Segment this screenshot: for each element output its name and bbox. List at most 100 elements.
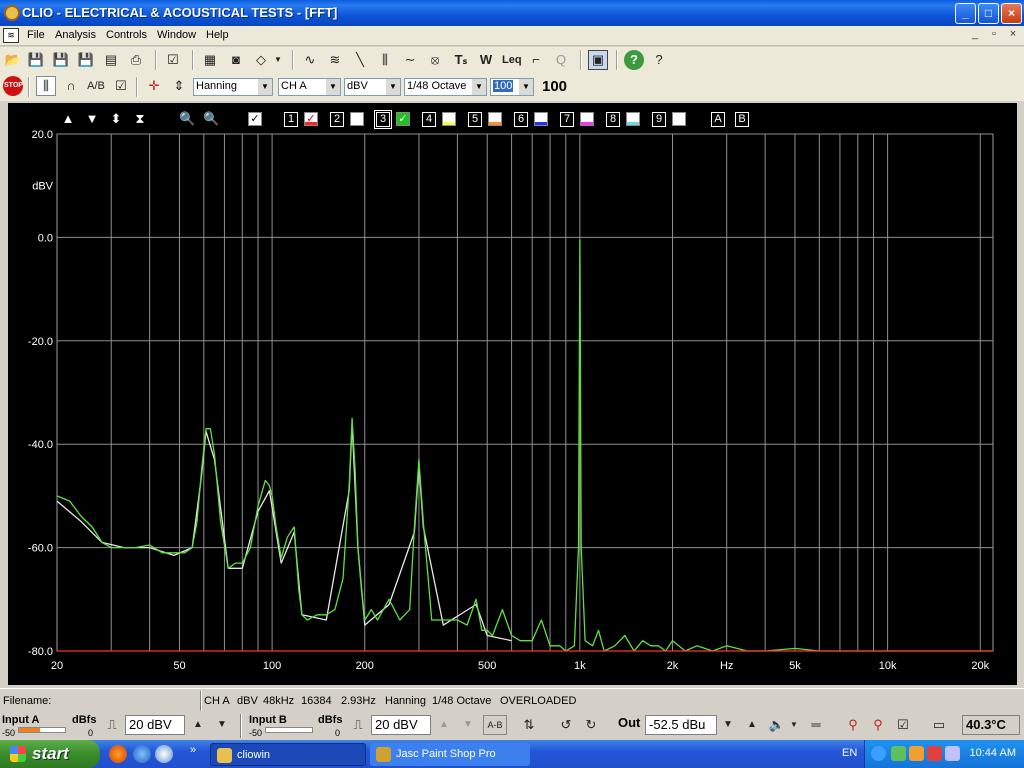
slot-2-checkbox[interactable]: [350, 112, 364, 126]
compare-icon[interactable]: ☑: [111, 76, 131, 96]
monitor-icon[interactable]: ▣: [588, 50, 608, 70]
export-icon[interactable]: ▤: [101, 50, 121, 70]
wf-icon[interactable]: W: [476, 50, 496, 70]
mic-a-icon[interactable]: ⚲: [843, 715, 863, 735]
averages-select[interactable]: 100 ▼: [490, 78, 534, 96]
spectrum-mode-icon[interactable]: ⫼: [36, 76, 56, 96]
mute-icon[interactable]: ═: [806, 715, 826, 735]
media-player-icon[interactable]: [155, 745, 173, 763]
waveform-icon[interactable]: ∿: [300, 50, 320, 70]
tray-volume-icon[interactable]: [945, 746, 960, 761]
open-icon[interactable]: 📂: [3, 50, 23, 70]
quicklaunch-more-icon[interactable]: »: [190, 744, 196, 756]
task-cliowin[interactable]: cliowin: [210, 743, 366, 766]
slot-7-checkbox[interactable]: [580, 112, 594, 126]
mdi-document-icon[interactable]: ≋: [3, 28, 19, 43]
slot-3-checkbox[interactable]: ✓: [396, 112, 410, 126]
mdi-close-button[interactable]: ×: [1005, 28, 1021, 42]
stop-icon[interactable]: STOP: [3, 76, 23, 96]
chevron-down-icon[interactable]: ▼: [472, 79, 486, 95]
print-icon[interactable]: ⎙: [126, 50, 146, 70]
slot-8-checkbox[interactable]: [626, 112, 640, 126]
leq-icon[interactable]: Leq: [501, 50, 522, 70]
steps-icon[interactable]: ⌐: [526, 50, 546, 70]
battery-icon[interactable]: ▭: [929, 715, 949, 735]
a-minus-b-button[interactable]: A-B: [483, 715, 507, 735]
firefox-icon[interactable]: [109, 745, 127, 763]
input-b-range[interactable]: 20 dBV: [371, 715, 431, 735]
smoothing-icon[interactable]: ∩: [61, 76, 81, 96]
input-a-range[interactable]: 20 dBV: [125, 715, 185, 735]
speaker-icon[interactable]: 🔈: [767, 715, 787, 735]
input-a-down-icon[interactable]: ▼: [212, 715, 232, 735]
notes-icon[interactable]: ☑: [163, 50, 183, 70]
menu-help[interactable]: Help: [206, 29, 229, 41]
unit-select[interactable]: dBV ▼: [344, 78, 401, 96]
task-paint-shop-pro[interactable]: Jasc Paint Shop Pro: [370, 743, 530, 766]
mic-b-icon[interactable]: ⚲: [868, 715, 888, 735]
input-a-up-icon[interactable]: ▲: [188, 715, 208, 735]
tray-expand-icon[interactable]: [871, 746, 886, 761]
sine-icon[interactable]: ∼: [400, 50, 420, 70]
scale-icon[interactable]: ⇕: [169, 76, 189, 96]
marker-icon[interactable]: ✛: [144, 76, 164, 96]
camera-icon[interactable]: ◙: [226, 50, 246, 70]
autorange-icon[interactable]: ⇅: [519, 715, 539, 735]
menu-window[interactable]: Window: [157, 29, 196, 41]
averages-input-value[interactable]: 100: [493, 80, 514, 92]
mdi-restore-button[interactable]: ▫: [986, 28, 1002, 42]
menu-file[interactable]: File: [27, 29, 45, 41]
minimize-button[interactable]: _: [955, 3, 976, 24]
language-indicator[interactable]: EN: [842, 747, 857, 759]
context-help-icon[interactable]: ?: [649, 50, 669, 70]
chevron-down-icon[interactable]: ▼: [519, 79, 533, 95]
slot-6-checkbox[interactable]: [534, 112, 548, 126]
fft-bars-icon[interactable]: ⫼: [375, 50, 395, 70]
start-button[interactable]: start: [0, 740, 100, 768]
noise-icon[interactable]: ≋: [325, 50, 345, 70]
main-curve-checkbox[interactable]: ✓: [248, 112, 262, 126]
input-b-up-icon[interactable]: ▲: [434, 715, 454, 735]
ts-icon[interactable]: Tₛ: [451, 50, 471, 70]
output-down-icon[interactable]: ▼: [718, 715, 738, 735]
channel-select[interactable]: CH A ▼: [278, 78, 341, 96]
speaker-dropdown-icon[interactable]: ▼: [788, 715, 800, 735]
save-media-icon[interactable]: 💾: [76, 50, 96, 70]
clio-app-icon[interactable]: [4, 5, 20, 21]
slope-icon[interactable]: ╲: [350, 50, 370, 70]
menu-analysis[interactable]: Analysis: [55, 29, 96, 41]
save-as-icon[interactable]: 💾: [51, 50, 71, 70]
chevron-down-icon[interactable]: ▼: [386, 79, 400, 95]
chevron-down-icon[interactable]: ▼: [326, 79, 340, 95]
save-icon[interactable]: 💾: [26, 50, 46, 70]
slot-9-checkbox[interactable]: [672, 112, 686, 126]
input-b-down-icon[interactable]: ▼: [458, 715, 478, 735]
calibrate-icon[interactable]: ☑: [893, 715, 913, 735]
window-function-select[interactable]: Hanning ▼: [193, 78, 273, 96]
input-b-polarity-icon[interactable]: ⎍: [348, 715, 368, 735]
slot-1-checkbox[interactable]: ✓: [304, 112, 318, 126]
slot-4-checkbox[interactable]: [442, 112, 456, 126]
tray-network-icon[interactable]: [891, 746, 906, 761]
loop-left-icon[interactable]: ↺: [556, 715, 576, 735]
qc-icon[interactable]: Q: [551, 50, 571, 70]
a-div-b-icon[interactable]: A/B: [86, 76, 106, 96]
loop-right-icon[interactable]: ↻: [581, 715, 601, 735]
tray-app-icon[interactable]: [909, 746, 924, 761]
help-icon[interactable]: ?: [624, 50, 644, 70]
chevron-down-icon[interactable]: ▼: [258, 79, 272, 95]
film-icon[interactable]: ▦: [200, 50, 220, 70]
close-button[interactable]: ×: [1001, 3, 1022, 24]
eraser-icon[interactable]: ◇: [251, 50, 271, 70]
smoothing-select[interactable]: 1/48 Octave ▼: [404, 78, 487, 96]
ie-icon[interactable]: [133, 745, 151, 763]
mdi-minimize-button[interactable]: _: [967, 28, 983, 42]
eraser-dropdown-icon[interactable]: ▼: [272, 50, 284, 70]
menu-controls[interactable]: Controls: [106, 29, 147, 41]
output-level[interactable]: -52.5 dBu: [645, 715, 717, 735]
slot-5-checkbox[interactable]: [488, 112, 502, 126]
maximize-button[interactable]: □: [978, 3, 999, 24]
tray-security-icon[interactable]: [927, 746, 942, 761]
input-a-polarity-icon[interactable]: ⎍: [102, 715, 122, 735]
output-up-icon[interactable]: ▲: [742, 715, 762, 735]
